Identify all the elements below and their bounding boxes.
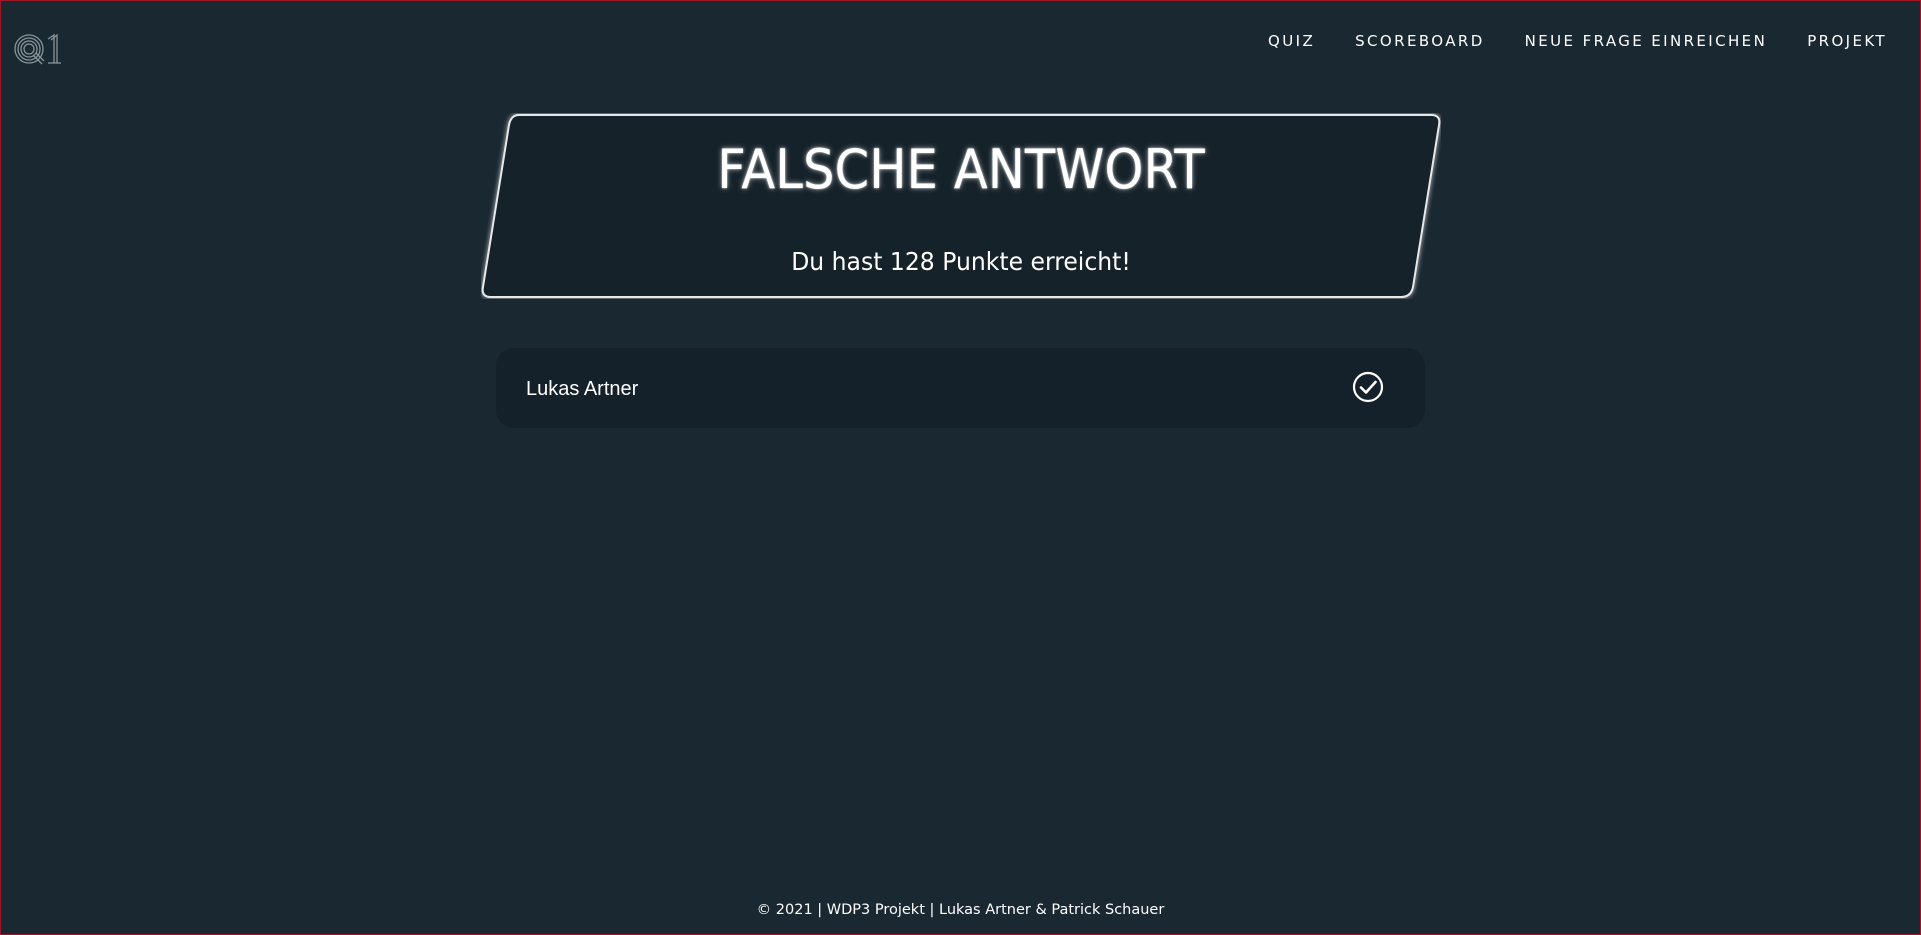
check-circle-icon[interactable] [1351, 370, 1385, 404]
q1-logo-icon[interactable] [13, 31, 63, 67]
main-nav: QUIZ SCOREBOARD NEUE FRAGE EINREICHEN PR… [1228, 29, 1887, 53]
nav-item-neue-frage-einreichen[interactable]: NEUE FRAGE EINREICHEN [1525, 29, 1768, 53]
result-title: FALSCHE ANTWORT [717, 138, 1205, 201]
name-input[interactable] [526, 372, 1306, 406]
result-card: FALSCHE ANTWORT Du hast 128 Punkte errei… [481, 113, 1441, 299]
nav-item-quiz[interactable]: QUIZ [1268, 29, 1315, 53]
nav-item-projekt[interactable]: PROJEKT [1807, 29, 1887, 53]
footer: © 2021 | WDP3 Projekt | Lukas Artner & P… [1, 900, 1920, 920]
name-submit-form [496, 348, 1425, 428]
nav-item-scoreboard[interactable]: SCOREBOARD [1355, 29, 1485, 53]
footer-text: © 2021 | WDP3 Projekt | Lukas Artner & P… [756, 902, 1165, 918]
score-message: Du hast 128 Punkte erreicht! [791, 247, 1131, 276]
